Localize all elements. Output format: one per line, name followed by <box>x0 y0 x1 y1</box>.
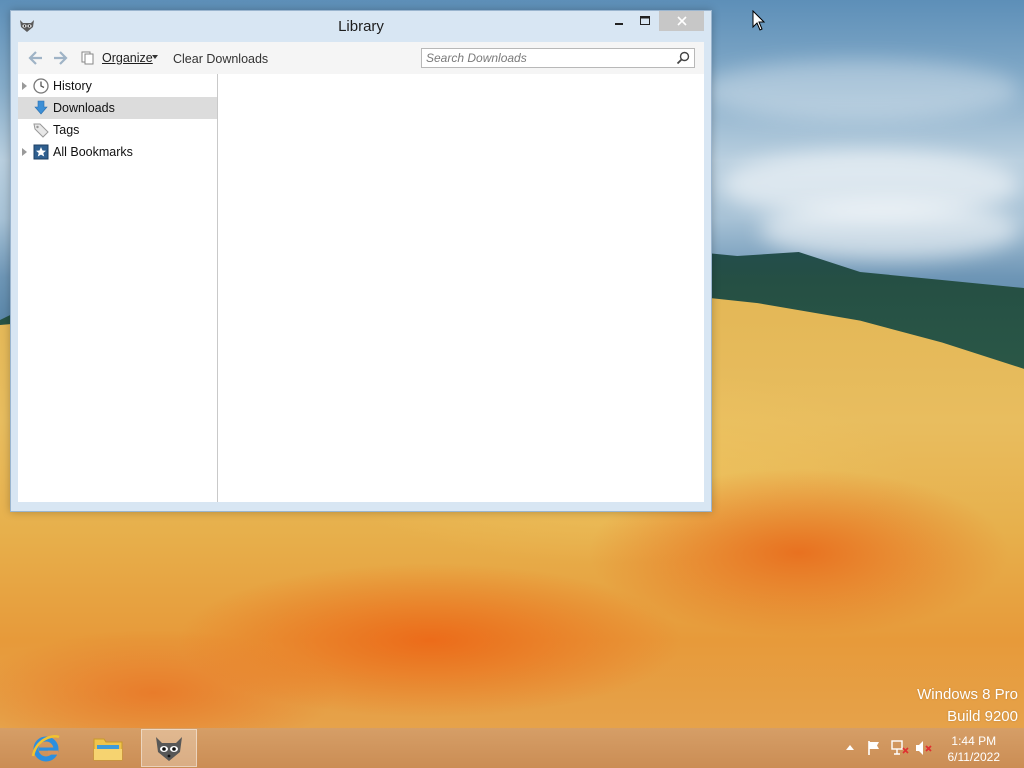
close-button[interactable] <box>659 11 704 31</box>
forward-arrow-icon[interactable] <box>52 50 68 66</box>
minimize-icon <box>615 23 623 25</box>
downloads-list-pane[interactable] <box>218 74 704 502</box>
wallpaper-cloud <box>700 60 1020 120</box>
title-bar[interactable]: Library <box>11 11 711 41</box>
sidebar-item-label: History <box>53 79 92 93</box>
window-title: Library <box>338 18 384 35</box>
sidebar-item-label: All Bookmarks <box>53 145 133 159</box>
action-center-flag-icon[interactable] <box>866 740 882 756</box>
maximize-icon <box>640 16 650 25</box>
toolbar: Organize Clear Downloads <box>18 42 704 75</box>
wallpaper-cloud <box>760 200 1020 260</box>
sidebar-item-tags[interactable]: Tags <box>18 119 217 141</box>
download-arrow-icon <box>34 100 48 115</box>
minimize-button[interactable] <box>607 11 631 31</box>
taskbar: 1:44 PM 6/11/2022 <box>0 728 1024 768</box>
mouse-cursor-icon <box>752 10 766 31</box>
dropdown-arrow-icon <box>152 55 158 59</box>
library-window: Library Organize Clear Downloads Search … <box>10 10 712 512</box>
system-clock[interactable]: 1:44 PM 6/11/2022 <box>948 733 1001 765</box>
clock-icon <box>33 78 49 94</box>
bookmark-star-icon <box>33 144 49 160</box>
network-icon[interactable] <box>891 740 909 756</box>
taskbar-firefox-library[interactable] <box>141 729 197 767</box>
library-sidebar: History Downloads Tags All Bookmarks <box>18 74 218 502</box>
windows-edition-watermark: Windows 8 Pro <box>917 686 1018 703</box>
taskbar-file-explorer[interactable] <box>80 729 136 767</box>
sidebar-item-downloads[interactable]: Downloads <box>18 97 217 119</box>
windows-build-watermark: Build 9200 <box>947 708 1018 725</box>
clear-downloads-button[interactable]: Clear Downloads <box>173 52 268 66</box>
search-icon[interactable] <box>676 51 690 65</box>
search-box[interactable] <box>421 48 695 68</box>
maximize-button[interactable] <box>633 11 657 31</box>
expand-twisty-icon[interactable] <box>22 148 27 156</box>
volume-muted-icon[interactable] <box>915 740 933 756</box>
raccoon-icon <box>156 737 182 761</box>
sidebar-item-label: Downloads <box>53 101 115 115</box>
expand-twisty-icon[interactable] <box>22 82 27 90</box>
ie-icon <box>31 735 60 762</box>
close-icon <box>676 16 687 26</box>
tag-icon <box>33 123 49 138</box>
search-input[interactable] <box>424 50 674 66</box>
back-arrow-icon[interactable] <box>28 50 44 66</box>
organize-icon <box>81 51 94 65</box>
sidebar-item-history[interactable]: History <box>18 75 217 97</box>
clock-time: 1:44 PM <box>951 734 997 748</box>
clock-date: 6/11/2022 <box>947 750 1001 764</box>
organize-menu-button[interactable]: Organize <box>102 51 153 65</box>
folder-icon <box>93 738 123 761</box>
taskbar-internet-explorer[interactable] <box>18 729 74 767</box>
show-hidden-icons-chevron-icon[interactable] <box>846 744 854 750</box>
sidebar-item-all-bookmarks[interactable]: All Bookmarks <box>18 141 217 163</box>
sidebar-item-label: Tags <box>53 123 80 137</box>
